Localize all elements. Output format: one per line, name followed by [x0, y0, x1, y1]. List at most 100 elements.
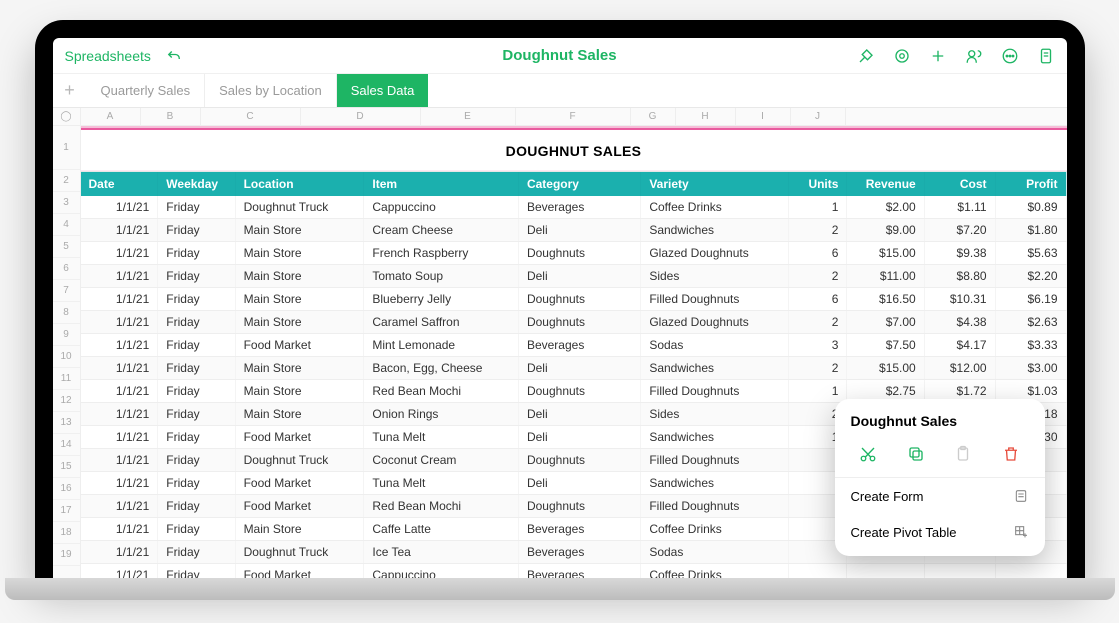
copy-icon[interactable] — [905, 443, 927, 465]
create-pivot-item[interactable]: Create Pivot Table — [835, 514, 1045, 550]
cell-item[interactable]: Caramel Saffron — [364, 311, 519, 334]
table-row[interactable]: 1/1/21FridayMain StoreBacon, Egg, Cheese… — [81, 357, 1067, 380]
cell-item[interactable]: Tomato Soup — [364, 265, 519, 288]
cell-date[interactable]: 1/1/21 — [81, 472, 158, 495]
cell-item[interactable]: Tuna Melt — [364, 472, 519, 495]
cell-item[interactable]: Onion Rings — [364, 403, 519, 426]
cell-variety[interactable]: Sides — [641, 403, 789, 426]
cell-revenue[interactable]: $7.00 — [847, 311, 924, 334]
cell-variety[interactable]: Glazed Doughnuts — [641, 311, 789, 334]
delete-icon[interactable] — [1000, 443, 1022, 465]
add-icon[interactable] — [929, 47, 947, 65]
cell-cost[interactable]: $1.11 — [924, 196, 995, 219]
undo-icon[interactable] — [165, 47, 183, 65]
cell-category[interactable]: Deli — [518, 219, 640, 242]
cut-icon[interactable] — [857, 443, 879, 465]
cell-location[interactable]: Main Store — [235, 219, 364, 242]
cell-category[interactable]: Doughnuts — [518, 495, 640, 518]
row-header-10[interactable]: 10 — [53, 346, 80, 368]
th-item[interactable]: Item — [364, 172, 519, 196]
th-weekday[interactable]: Weekday — [158, 172, 235, 196]
cell-profit[interactable]: $6.19 — [995, 288, 1066, 311]
th-revenue[interactable]: Revenue — [847, 172, 924, 196]
cell-variety[interactable]: Filled Doughnuts — [641, 495, 789, 518]
cell-item[interactable]: Cappuccino — [364, 564, 519, 579]
cell-weekday[interactable]: Friday — [158, 403, 235, 426]
cell-category[interactable]: Doughnuts — [518, 380, 640, 403]
cell-category[interactable]: Doughnuts — [518, 288, 640, 311]
cell-weekday[interactable]: Friday — [158, 311, 235, 334]
cell-location[interactable]: Doughnut Truck — [235, 196, 364, 219]
cell-variety[interactable]: Sandwiches — [641, 219, 789, 242]
cell-weekday[interactable]: Friday — [158, 242, 235, 265]
cell-date[interactable]: 1/1/21 — [81, 288, 158, 311]
cell-date[interactable]: 1/1/21 — [81, 334, 158, 357]
cell-icon[interactable] — [893, 47, 911, 65]
cell-item[interactable]: Bacon, Egg, Cheese — [364, 357, 519, 380]
paste-icon[interactable] — [952, 443, 974, 465]
cell-category[interactable]: Beverages — [518, 518, 640, 541]
cell-units[interactable]: 1 — [789, 380, 847, 403]
cell-units[interactable]: 6 — [789, 242, 847, 265]
cell-weekday[interactable]: Friday — [158, 541, 235, 564]
cell-revenue[interactable]: $15.00 — [847, 357, 924, 380]
row-header-16[interactable]: 16 — [53, 478, 80, 500]
row-header-11[interactable]: 11 — [53, 368, 80, 390]
cell-date[interactable]: 1/1/21 — [81, 541, 158, 564]
table-row[interactable]: 1/1/21FridayDoughnut TruckCappuccinoBeve… — [81, 196, 1067, 219]
cell-units[interactable]: 2 — [789, 265, 847, 288]
cell-weekday[interactable]: Friday — [158, 334, 235, 357]
cell-date[interactable]: 1/1/21 — [81, 380, 158, 403]
cell-revenue[interactable]: $2.00 — [847, 196, 924, 219]
cell-weekday[interactable]: Friday — [158, 426, 235, 449]
row-header-5[interactable]: 5 — [53, 236, 80, 258]
cell-location[interactable]: Main Store — [235, 357, 364, 380]
cell-category[interactable]: Doughnuts — [518, 311, 640, 334]
cell-revenue[interactable]: $9.00 — [847, 219, 924, 242]
cell-category[interactable]: Beverages — [518, 334, 640, 357]
col-header-C[interactable]: C — [201, 108, 301, 125]
col-header-D[interactable]: D — [301, 108, 421, 125]
cell-location[interactable]: Food Market — [235, 426, 364, 449]
cell-location[interactable]: Food Market — [235, 564, 364, 579]
cell-date[interactable]: 1/1/21 — [81, 426, 158, 449]
cell-date[interactable]: 1/1/21 — [81, 311, 158, 334]
table-row[interactable]: 1/1/21FridayFood MarketCappuccinoBeverag… — [81, 564, 1067, 579]
cell-profit[interactable]: $3.00 — [995, 357, 1066, 380]
cell-item[interactable]: Cream Cheese — [364, 219, 519, 242]
cell-cost[interactable]: $4.17 — [924, 334, 995, 357]
row-header-12[interactable]: 12 — [53, 390, 80, 412]
cell-variety[interactable]: Coffee Drinks — [641, 196, 789, 219]
cell-revenue[interactable]: $16.50 — [847, 288, 924, 311]
cell-item[interactable]: Cappuccino — [364, 196, 519, 219]
cell-date[interactable]: 1/1/21 — [81, 449, 158, 472]
document-icon[interactable] — [1037, 47, 1055, 65]
col-header-G[interactable]: G — [631, 108, 676, 125]
row-header-6[interactable]: 6 — [53, 258, 80, 280]
th-location[interactable]: Location — [235, 172, 364, 196]
row-header-19[interactable]: 19 — [53, 544, 80, 566]
cell-weekday[interactable]: Friday — [158, 518, 235, 541]
row-header-18[interactable]: 18 — [53, 522, 80, 544]
cell-category[interactable]: Beverages — [518, 564, 640, 579]
cell-location[interactable]: Main Store — [235, 242, 364, 265]
th-variety[interactable]: Variety — [641, 172, 789, 196]
cell-profit[interactable]: $5.63 — [995, 242, 1066, 265]
cell-variety[interactable]: Sandwiches — [641, 426, 789, 449]
cell-variety[interactable]: Glazed Doughnuts — [641, 242, 789, 265]
cell-units[interactable]: 2 — [789, 219, 847, 242]
cell-profit[interactable] — [995, 564, 1066, 579]
cell-item[interactable]: Coconut Cream — [364, 449, 519, 472]
cell-units[interactable]: 6 — [789, 288, 847, 311]
cell-variety[interactable]: Filled Doughnuts — [641, 380, 789, 403]
cell-date[interactable]: 1/1/21 — [81, 219, 158, 242]
cell-item[interactable]: Ice Tea — [364, 541, 519, 564]
cell-variety[interactable]: Sandwiches — [641, 357, 789, 380]
cell-cost[interactable]: $9.38 — [924, 242, 995, 265]
cell-variety[interactable]: Coffee Drinks — [641, 518, 789, 541]
format-brush-icon[interactable] — [857, 47, 875, 65]
th-units[interactable]: Units — [789, 172, 847, 196]
cell-variety[interactable]: Sodas — [641, 541, 789, 564]
cell-profit[interactable]: $2.63 — [995, 311, 1066, 334]
cell-variety[interactable]: Filled Doughnuts — [641, 449, 789, 472]
